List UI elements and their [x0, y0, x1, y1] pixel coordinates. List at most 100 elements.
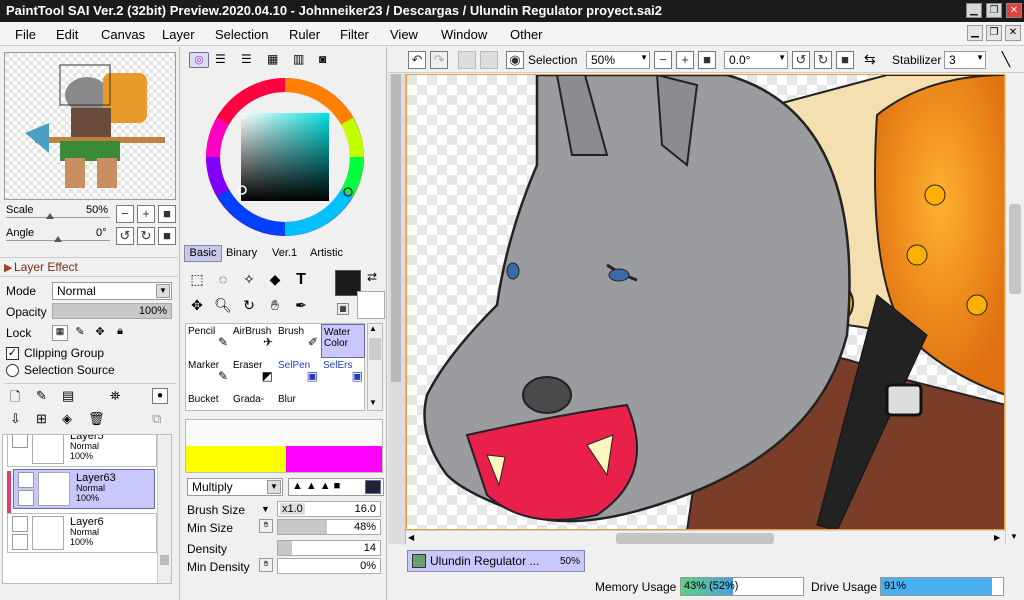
- menu-other[interactable]: Other: [510, 27, 543, 42]
- zoom-out-button[interactable]: −: [654, 51, 672, 69]
- blend-mode-select[interactable]: Multiply ▼: [187, 478, 283, 496]
- selection-source-radio[interactable]: [6, 364, 19, 377]
- horizontal-scrollbar[interactable]: ◀ ▶: [406, 530, 1005, 546]
- menu-filter[interactable]: Filter: [340, 27, 369, 42]
- layer-settings-icon[interactable]: ⛯: [110, 388, 120, 404]
- zoom-in-button[interactable]: +: [137, 205, 155, 223]
- move-tool-icon[interactable]: ✥: [187, 297, 207, 317]
- scroll-down-icon[interactable]: ▼: [1010, 532, 1018, 541]
- color-swatch-strip[interactable]: [185, 419, 383, 473]
- zoom-select[interactable]: 50% ▼: [586, 51, 650, 69]
- pressure-toggle-icon[interactable]: ✋︎: [259, 558, 273, 572]
- scroll-thumb[interactable]: [369, 338, 381, 360]
- tool-blur[interactable]: Blur: [276, 392, 320, 410]
- menu-file[interactable]: File: [15, 27, 36, 42]
- scroll-down-icon[interactable]: ▼: [369, 398, 377, 407]
- brush-list-scrollbar[interactable]: ▲ ▼: [367, 323, 383, 411]
- tool-airbrush[interactable]: AirBrush ✈: [231, 324, 275, 358]
- magic-wand-icon[interactable]: ✧: [239, 271, 259, 291]
- min-size-slider[interactable]: 48%: [277, 519, 381, 535]
- rotate-right-button[interactable]: ↻: [137, 227, 155, 245]
- canvas-area[interactable]: [406, 74, 1005, 530]
- eyedropper-icon[interactable]: ✒: [291, 297, 311, 317]
- tool-selers[interactable]: SelErs ▣: [321, 358, 365, 392]
- lock-transparency-icon[interactable]: ▦: [52, 325, 68, 341]
- layer-flag-box[interactable]: [12, 534, 28, 550]
- scroll-left-icon[interactable]: ◀: [408, 533, 414, 542]
- mode-select[interactable]: Normal ▼: [52, 282, 172, 300]
- document-tab[interactable]: Ulundin Regulator ... 50%: [407, 550, 585, 572]
- menu-edit[interactable]: Edit: [56, 27, 78, 42]
- swatch-magenta[interactable]: [286, 446, 382, 472]
- panel-resize-handle[interactable]: [391, 74, 401, 382]
- zoom-out-button[interactable]: −: [116, 205, 134, 223]
- brush-shape-selector[interactable]: ▲▲▲■: [288, 478, 384, 496]
- eye-icon[interactable]: ◉: [506, 51, 524, 69]
- transfer-down-icon[interactable]: ⇩: [10, 411, 21, 427]
- menu-view[interactable]: View: [390, 27, 418, 42]
- minimize-button[interactable]: ▁: [966, 3, 982, 18]
- lock-move-icon[interactable]: ✥: [92, 325, 108, 341]
- rotate-reset-button[interactable]: ■: [836, 51, 854, 69]
- layer-mask-icon[interactable]: ●: [152, 388, 168, 404]
- hand-tool-icon[interactable]: ✋︎: [265, 297, 285, 317]
- tool-gradation[interactable]: Grada-: [231, 392, 275, 410]
- scratchpad-tab-icon[interactable]: ▥: [293, 52, 304, 66]
- pressure-toggle-icon[interactable]: ✋︎: [259, 519, 273, 533]
- undo-button[interactable]: ↶: [408, 51, 426, 69]
- new-linework-layer-icon[interactable]: ✎: [36, 388, 47, 404]
- layer-row[interactable]: Layer5 Normal 100%: [7, 435, 157, 467]
- lock-all-icon[interactable]: 🔒︎: [112, 325, 128, 341]
- zoom-in-button[interactable]: +: [676, 51, 694, 69]
- rotate-reset-button[interactable]: ■: [158, 227, 176, 245]
- opacity-slider[interactable]: 100%: [52, 303, 172, 319]
- layer-row-selected[interactable]: Layer63 Normal 100%: [13, 469, 155, 509]
- rectangle-select-icon[interactable]: ⬚: [187, 271, 207, 291]
- zoom-reset-button[interactable]: ■: [158, 205, 176, 223]
- delete-layer-icon[interactable]: 🗑︎: [88, 411, 105, 427]
- doc-minimize-button[interactable]: ▁: [967, 25, 983, 41]
- tab-artistic[interactable]: Artistic: [310, 247, 343, 259]
- horizontal-scroll-thumb[interactable]: [616, 533, 774, 544]
- eye-icon[interactable]: [12, 516, 28, 532]
- tool-marker[interactable]: Marker ✎: [186, 358, 230, 392]
- shape-icon[interactable]: ◆: [265, 271, 285, 291]
- text-tool-icon[interactable]: T: [291, 271, 311, 291]
- new-layer-icon[interactable]: 🗋︎: [10, 388, 20, 410]
- lasso-icon[interactable]: ◌: [213, 271, 233, 291]
- brush-list[interactable]: Pencil ✎ AirBrush ✈ Brush ✐ Water Color Mar…: [185, 323, 365, 411]
- vertical-scroll-thumb[interactable]: [1009, 204, 1021, 294]
- redo-button[interactable]: ↷: [430, 51, 448, 69]
- tool-brush[interactable]: Brush ✐: [276, 324, 320, 358]
- scroll-up-icon[interactable]: ▲: [369, 324, 377, 333]
- tool-watercolor[interactable]: Water Color: [321, 324, 365, 358]
- doc-restore-button[interactable]: ❐: [986, 25, 1002, 41]
- brush-shape-square-icon[interactable]: [365, 480, 381, 494]
- navigator-preview[interactable]: [4, 52, 176, 200]
- invert-selection-button[interactable]: [480, 51, 498, 69]
- clipping-group-checkbox[interactable]: ✓: [6, 347, 19, 360]
- flip-horizontal-icon[interactable]: ⇆: [864, 51, 876, 68]
- eye-icon[interactable]: [18, 472, 34, 488]
- tool-pencil[interactable]: Pencil ✎: [186, 324, 230, 358]
- tab-ver1[interactable]: Ver.1: [272, 247, 297, 259]
- transparent-color-icon[interactable]: ▦: [337, 303, 349, 315]
- pen-icon[interactable]: [18, 490, 34, 506]
- menu-ruler[interactable]: Ruler: [289, 27, 320, 42]
- layer-effect-header[interactable]: ▶ Layer Effect: [0, 257, 178, 277]
- color-wheel[interactable]: [201, 73, 369, 241]
- scale-slider-thumb[interactable]: [46, 213, 54, 219]
- clear-layer-icon[interactable]: ◈: [62, 411, 72, 427]
- swatch-tab-icon[interactable]: ▦: [267, 52, 278, 66]
- straight-line-icon[interactable]: ╲: [996, 51, 1016, 69]
- lock-paint-icon[interactable]: ✎: [72, 325, 88, 341]
- chevron-down-icon[interactable]: ▼: [261, 504, 270, 514]
- secondary-color-swatch[interactable]: [357, 291, 385, 319]
- swatch-yellow[interactable]: [186, 446, 286, 472]
- rotate-right-button[interactable]: ↻: [814, 51, 832, 69]
- zoom-tool-icon[interactable]: 🔍︎: [213, 297, 233, 317]
- stabilizer-select[interactable]: 3 ▼: [944, 51, 986, 69]
- menu-window[interactable]: Window: [441, 27, 487, 42]
- menu-selection[interactable]: Selection: [215, 27, 268, 42]
- tab-binary[interactable]: Binary: [226, 247, 257, 259]
